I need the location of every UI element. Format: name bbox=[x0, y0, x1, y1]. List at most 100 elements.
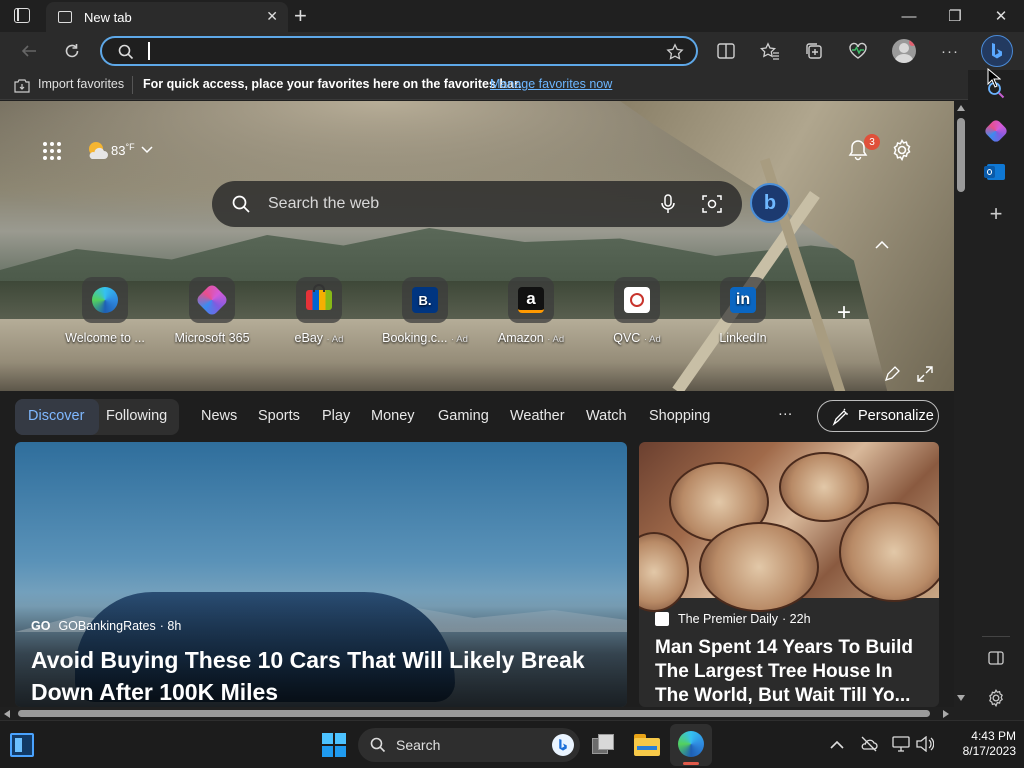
import-favorites-button[interactable]: Import favorites bbox=[38, 77, 124, 91]
tab-play[interactable]: Play bbox=[322, 408, 350, 424]
divider bbox=[132, 76, 133, 94]
news-card-secondary[interactable]: The Premier Daily · 22h Man Spent 14 Yea… bbox=[639, 442, 939, 707]
windows-start-icon[interactable] bbox=[322, 733, 346, 757]
browser-essentials-icon[interactable] bbox=[843, 36, 873, 66]
quick-link-label: LinkedIn bbox=[719, 331, 767, 345]
card-source: GO GOBankingRates · 8h bbox=[31, 619, 181, 633]
tab-discover[interactable]: Discover bbox=[28, 408, 84, 424]
news-card-featured[interactable]: GO GOBankingRates · 8h Avoid Buying Thes… bbox=[15, 442, 627, 707]
tab-money[interactable]: Money bbox=[371, 408, 415, 424]
back-arrow-icon[interactable] bbox=[14, 36, 44, 66]
web-search-box[interactable]: Search the web bbox=[212, 181, 742, 227]
expand-icon[interactable] bbox=[917, 366, 933, 382]
visual-search-icon[interactable] bbox=[702, 194, 722, 214]
windows-taskbar: Search 4:43 PM 8/17/2023 bbox=[0, 720, 1024, 768]
bing-icon[interactable] bbox=[552, 734, 574, 756]
personalize-label: Personalize bbox=[858, 408, 934, 424]
collections-icon[interactable] bbox=[799, 36, 829, 66]
cloud-off-icon[interactable] bbox=[860, 736, 878, 752]
personalize-button[interactable]: Personalize bbox=[817, 400, 939, 432]
quick-link-qvc[interactable]: QVC · Ad bbox=[585, 277, 689, 345]
volume-icon[interactable] bbox=[916, 736, 934, 752]
tab-news[interactable]: News bbox=[201, 408, 237, 424]
tab-new-tab[interactable]: New tab ✕ bbox=[46, 2, 288, 32]
restore-button[interactable]: ❐ bbox=[932, 0, 978, 32]
notifications-button[interactable]: 3 bbox=[848, 134, 880, 166]
search-icon bbox=[232, 195, 250, 213]
sidebar-m365-icon[interactable] bbox=[982, 117, 1010, 145]
horizontal-scrollbar[interactable] bbox=[0, 707, 954, 720]
vertical-scrollbar[interactable] bbox=[954, 101, 968, 707]
tab-following[interactable]: Following bbox=[106, 408, 167, 424]
scroll-thumb[interactable] bbox=[18, 710, 930, 717]
minimize-button[interactable]: — bbox=[886, 0, 932, 32]
scroll-thumb[interactable] bbox=[957, 118, 965, 192]
ebay-icon bbox=[296, 277, 342, 323]
edge-sidebar: + bbox=[968, 70, 1024, 720]
linkedin-icon: in bbox=[720, 277, 766, 323]
card-age: · 22h bbox=[782, 612, 811, 626]
card-headline[interactable]: Man Spent 14 Years To Build The Largest … bbox=[655, 636, 931, 707]
weather-widget[interactable]: 83 °F bbox=[86, 139, 153, 161]
refresh-icon[interactable] bbox=[57, 36, 87, 66]
favorites-bar-message: For quick access, place your favorites h… bbox=[143, 77, 522, 91]
card-headline[interactable]: Avoid Buying These 10 Cars That Will Lik… bbox=[31, 644, 611, 707]
favorites-icon[interactable] bbox=[755, 36, 785, 66]
title-bar: New tab ✕ + — ❐ ✕ bbox=[0, 0, 1024, 32]
ad-label: · Ad bbox=[326, 334, 344, 345]
app-launcher-icon[interactable] bbox=[42, 141, 62, 161]
chevron-up-icon[interactable] bbox=[830, 740, 844, 749]
tab-actions-icon[interactable] bbox=[14, 8, 30, 23]
split-screen-icon[interactable] bbox=[711, 36, 741, 66]
bing-copilot-icon[interactable] bbox=[981, 35, 1013, 67]
bing-chat-button[interactable]: b bbox=[750, 183, 790, 223]
sidebar-outlook-icon[interactable] bbox=[982, 158, 1010, 186]
microphone-icon[interactable] bbox=[661, 194, 675, 214]
import-icon bbox=[14, 79, 30, 93]
quick-link-microsoft-365[interactable]: Microsoft 365 bbox=[160, 277, 264, 345]
tab-watch[interactable]: Watch bbox=[586, 408, 627, 424]
text-cursor bbox=[148, 42, 150, 60]
address-bar[interactable] bbox=[100, 36, 698, 66]
more-tabs-button[interactable]: ··· bbox=[778, 406, 793, 422]
system-clock[interactable]: 4:43 PM 8/17/2023 bbox=[946, 729, 1016, 759]
favorite-star-icon[interactable] bbox=[666, 43, 684, 61]
close-window-button[interactable]: ✕ bbox=[978, 0, 1024, 32]
ad-label: · Ad bbox=[450, 334, 468, 345]
chevron-up-icon[interactable] bbox=[875, 241, 889, 249]
m365-icon bbox=[189, 277, 235, 323]
quick-link-linkedin[interactable]: in LinkedIn bbox=[691, 277, 795, 345]
tab-gaming[interactable]: Gaming bbox=[438, 408, 489, 424]
tab-shopping[interactable]: Shopping bbox=[649, 408, 710, 424]
search-placeholder: Search the web bbox=[268, 195, 380, 212]
file-explorer-icon[interactable] bbox=[634, 734, 660, 756]
settings-more-button[interactable]: ··· bbox=[935, 36, 965, 66]
address-input[interactable] bbox=[142, 41, 642, 61]
sidebar-add-icon[interactable]: + bbox=[982, 200, 1010, 228]
quick-link-label: Microsoft 365 bbox=[174, 331, 250, 345]
sidebar-settings-gear-icon[interactable] bbox=[982, 684, 1010, 712]
manage-favorites-link[interactable]: Manage favorites now bbox=[490, 77, 612, 91]
tab-weather[interactable]: Weather bbox=[510, 408, 565, 424]
quick-link-booking[interactable]: B. Booking.c... · Ad bbox=[373, 277, 477, 345]
profile-avatar[interactable] bbox=[889, 36, 919, 66]
widgets-icon[interactable] bbox=[10, 733, 34, 757]
tab-sports[interactable]: Sports bbox=[258, 408, 300, 424]
taskbar-search[interactable]: Search bbox=[358, 728, 580, 762]
quick-link-ebay[interactable]: eBay · Ad bbox=[267, 277, 371, 345]
quick-link-welcome[interactable]: Welcome to ... bbox=[53, 277, 157, 345]
quick-link-label: eBay bbox=[294, 331, 324, 345]
edit-background-icon[interactable] bbox=[884, 366, 900, 382]
amazon-icon: a bbox=[508, 277, 554, 323]
add-quick-link-button[interactable]: + bbox=[837, 299, 851, 327]
new-tab-button[interactable]: + bbox=[294, 3, 307, 29]
quick-link-label: Welcome to ... bbox=[65, 331, 145, 345]
edge-taskbar-button[interactable] bbox=[670, 724, 712, 766]
network-icon[interactable] bbox=[892, 736, 910, 752]
task-view-icon[interactable] bbox=[592, 734, 616, 754]
quick-link-amazon[interactable]: a Amazon · Ad bbox=[479, 277, 583, 345]
page-settings-gear-icon[interactable] bbox=[891, 139, 913, 166]
tab-close-button[interactable]: ✕ bbox=[266, 8, 278, 25]
mouse-cursor bbox=[987, 68, 1001, 88]
hide-sidebar-icon[interactable] bbox=[982, 644, 1010, 672]
